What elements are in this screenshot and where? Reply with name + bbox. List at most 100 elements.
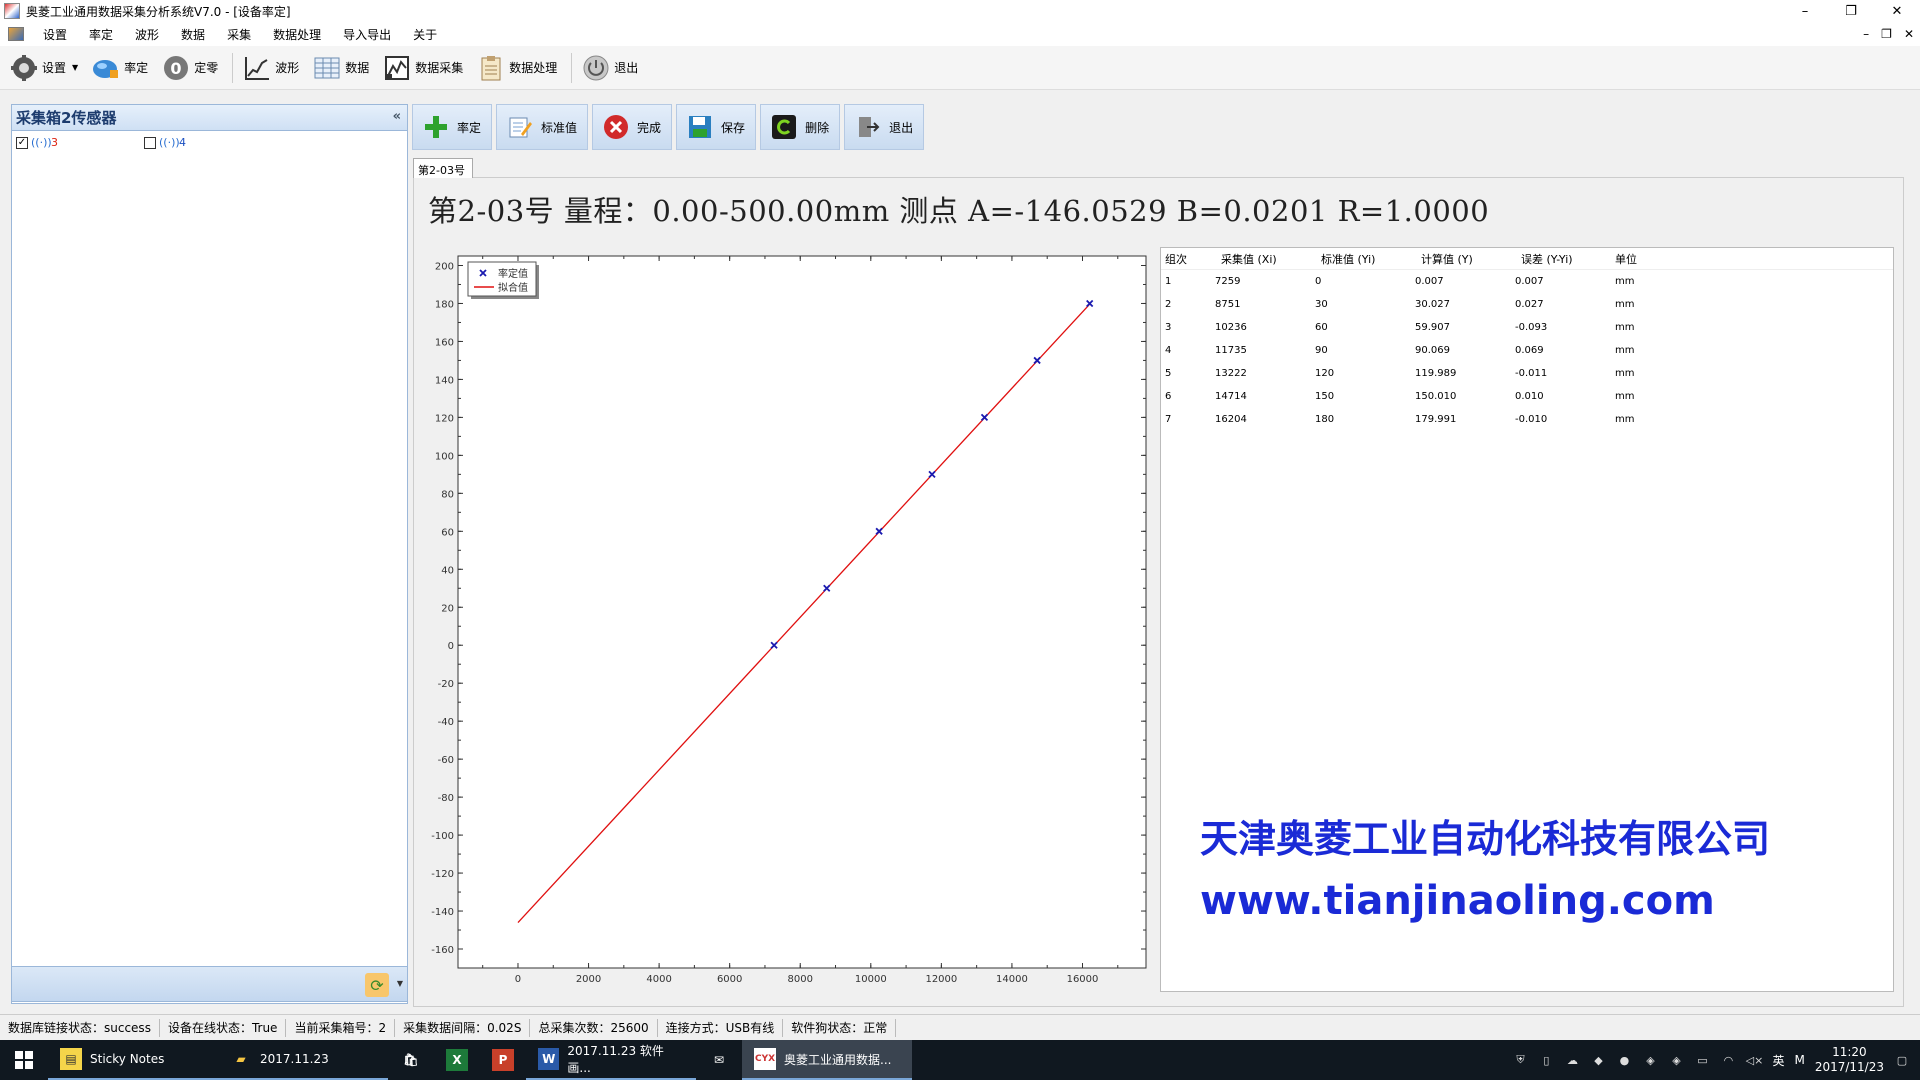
chevron-down-icon[interactable]: ▼ bbox=[397, 979, 403, 988]
windows-start-icon[interactable] bbox=[0, 1040, 48, 1080]
cloud-icon[interactable]: ☁ bbox=[1564, 1052, 1580, 1068]
mdi-minimize-button[interactable]: – bbox=[1863, 27, 1869, 41]
sensor-panel-title: 采集箱2传感器 bbox=[16, 109, 117, 127]
calibrate-button[interactable]: 率定 bbox=[412, 104, 493, 150]
tray-app-icon[interactable]: ◈ bbox=[1642, 1052, 1658, 1068]
y-tick-label: 60 bbox=[441, 527, 454, 538]
toolbar-settings-button[interactable]: 设置 ▼ bbox=[10, 48, 78, 88]
taskbar-store[interactable]: 🛍 bbox=[388, 1040, 434, 1080]
ime-mode-indicator[interactable]: M bbox=[1794, 1053, 1804, 1067]
taskbar-mail[interactable]: ✉ bbox=[696, 1040, 742, 1080]
taskbar-sticky-notes[interactable]: ▤ Sticky Notes bbox=[48, 1040, 218, 1080]
table-cell: 0.069 bbox=[1515, 345, 1544, 356]
toolbar-zero-button[interactable]: 0 定零 bbox=[162, 48, 218, 88]
y-tick-label: 180 bbox=[435, 299, 454, 310]
sensor-item[interactable]: ((·)) 4 bbox=[144, 136, 272, 149]
taskbar-excel[interactable]: X bbox=[434, 1040, 480, 1080]
table-cell: 0.007 bbox=[1415, 276, 1444, 287]
clock[interactable]: 11:20 2017/11/23 bbox=[1815, 1045, 1884, 1075]
column-header: 标准值 (Yi) bbox=[1321, 252, 1376, 266]
app-icon bbox=[4, 3, 20, 19]
toolbar-waveform-button[interactable]: 波形 bbox=[243, 48, 299, 88]
battery-icon[interactable]: ▭ bbox=[1694, 1052, 1710, 1068]
save-icon bbox=[687, 114, 713, 140]
calibration-summary: 第2-03号 量程：0.00-500.00mm 测点 A=-146.0529 B… bbox=[428, 194, 1490, 228]
table-cell: 3 bbox=[1165, 322, 1172, 333]
y-tick-label: 200 bbox=[435, 261, 454, 272]
tab-sensor[interactable]: 第2-03号 bbox=[413, 158, 473, 178]
sensor-item[interactable]: ✓ ((·)) 3 bbox=[16, 136, 144, 149]
sensor-checkbox[interactable] bbox=[144, 136, 156, 149]
menu-about[interactable]: 关于 bbox=[402, 26, 448, 43]
column-header: 误差 (Y-Yi) bbox=[1521, 252, 1573, 266]
menu-data[interactable]: 数据 bbox=[170, 26, 216, 43]
status-interval: 采集数据间隔：0.02S bbox=[395, 1018, 531, 1037]
collapse-icon[interactable]: « bbox=[393, 109, 401, 124]
mdi-close-button[interactable]: ✕ bbox=[1904, 27, 1914, 41]
toolbar-separator bbox=[571, 52, 573, 83]
app-tray-icon[interactable]: ◆ bbox=[1590, 1052, 1606, 1068]
table-row[interactable]: 3 10236 60 59.907 -0.093 mm bbox=[1161, 316, 1661, 339]
x-tick-label: 0 bbox=[515, 974, 521, 985]
wechat-icon[interactable]: ● bbox=[1616, 1052, 1632, 1068]
taskbar-aoling-app[interactable]: CYX 奥菱工业通用数据... bbox=[742, 1040, 912, 1080]
table-cell: mm bbox=[1615, 299, 1635, 310]
y-tick-label: 160 bbox=[435, 337, 454, 348]
mail-icon: ✉ bbox=[713, 1053, 725, 1067]
table-row[interactable]: 6 14714 150 150.010 0.010 mm bbox=[1161, 385, 1661, 408]
save-button[interactable]: 保存 bbox=[676, 104, 757, 150]
toolbar-processing-button[interactable]: 数据处理 bbox=[477, 48, 557, 88]
sensor-checkbox[interactable]: ✓ bbox=[16, 136, 28, 149]
toolbar-calibrate-button[interactable]: 率定 bbox=[92, 48, 148, 88]
signal-icon: ((·)) bbox=[159, 135, 180, 149]
exit-button[interactable]: 退出 bbox=[844, 104, 925, 150]
table-row[interactable]: 7 16204 180 179.991 -0.010 mm bbox=[1161, 408, 1661, 431]
menu-waveform[interactable]: 波形 bbox=[124, 26, 170, 43]
finish-button[interactable]: 完成 bbox=[592, 104, 673, 150]
toolbar-exit-button[interactable]: 退出 bbox=[582, 48, 638, 88]
maximize-button[interactable]: ❐ bbox=[1828, 0, 1874, 22]
taskbar-powerpoint[interactable]: P bbox=[480, 1040, 526, 1080]
y-tick-label: 120 bbox=[435, 413, 454, 424]
y-tick-label: -20 bbox=[438, 679, 454, 690]
chevron-down-icon[interactable]: ▼ bbox=[72, 63, 78, 72]
taskbar-folder[interactable]: ▰ 2017.11.23 bbox=[218, 1040, 388, 1080]
table-row[interactable]: 4 11735 90 90.069 0.069 mm bbox=[1161, 339, 1661, 362]
toolbar-separator bbox=[232, 52, 234, 83]
status-connection: 连接方式：USB有线 bbox=[658, 1018, 784, 1037]
taskbar-word[interactable]: W 2017.11.23 软件画... bbox=[526, 1040, 696, 1080]
column-header: 组次 bbox=[1165, 252, 1187, 266]
close-button[interactable]: ✕ bbox=[1874, 0, 1920, 22]
calibrate-button-label: 率定 bbox=[457, 120, 482, 135]
refresh-icon[interactable]: ⟳ bbox=[365, 973, 389, 997]
volume-mute-icon[interactable]: ◁× bbox=[1746, 1052, 1764, 1068]
table-row[interactable]: 2 8751 30 30.027 0.027 mm bbox=[1161, 293, 1661, 316]
toolbar-data-button[interactable]: 数据 bbox=[313, 48, 369, 88]
table-row[interactable]: 5 13222 120 119.989 -0.011 mm bbox=[1161, 362, 1661, 385]
wifi-icon[interactable]: ◠ bbox=[1720, 1052, 1736, 1068]
y-tick-label: 0 bbox=[448, 641, 454, 652]
status-bar: 数据库链接状态：success 设备在线状态：True 当前采集箱号：2 采集数… bbox=[0, 1014, 1920, 1040]
toolbar-acquisition-button[interactable]: 数据采集 bbox=[383, 48, 463, 88]
mdi-restore-button[interactable]: ❐ bbox=[1881, 27, 1892, 41]
menu-import-export[interactable]: 导入导出 bbox=[332, 26, 402, 43]
menu-acquisition[interactable]: 采集 bbox=[216, 26, 262, 43]
table-cell: mm bbox=[1615, 391, 1635, 402]
ime-indicator[interactable]: 英 bbox=[1772, 1052, 1784, 1069]
mdi-app-icon[interactable] bbox=[8, 27, 24, 41]
menu-calibration[interactable]: 率定 bbox=[78, 26, 124, 43]
grid-icon bbox=[313, 54, 341, 82]
table-row[interactable]: 1 7259 0 0.007 0.007 mm bbox=[1161, 270, 1661, 293]
minimize-button[interactable]: – bbox=[1782, 0, 1828, 22]
standard-value-button[interactable]: 标准值 bbox=[496, 104, 589, 150]
menu-settings[interactable]: 设置 bbox=[32, 26, 78, 43]
delete-button[interactable]: 删除 bbox=[760, 104, 841, 150]
notification-icon[interactable]: ▢ bbox=[1894, 1052, 1910, 1068]
usb-icon[interactable]: ▯ bbox=[1538, 1052, 1554, 1068]
clock-date: 2017/11/23 bbox=[1814, 1060, 1884, 1074]
signal-icon: ((·)) bbox=[31, 135, 52, 149]
shield-icon[interactable]: ⛨ bbox=[1512, 1052, 1528, 1068]
tray-app-icon[interactable]: ◈ bbox=[1668, 1052, 1684, 1068]
menu-data-processing[interactable]: 数据处理 bbox=[262, 26, 332, 43]
column-header: 单位 bbox=[1615, 252, 1637, 266]
